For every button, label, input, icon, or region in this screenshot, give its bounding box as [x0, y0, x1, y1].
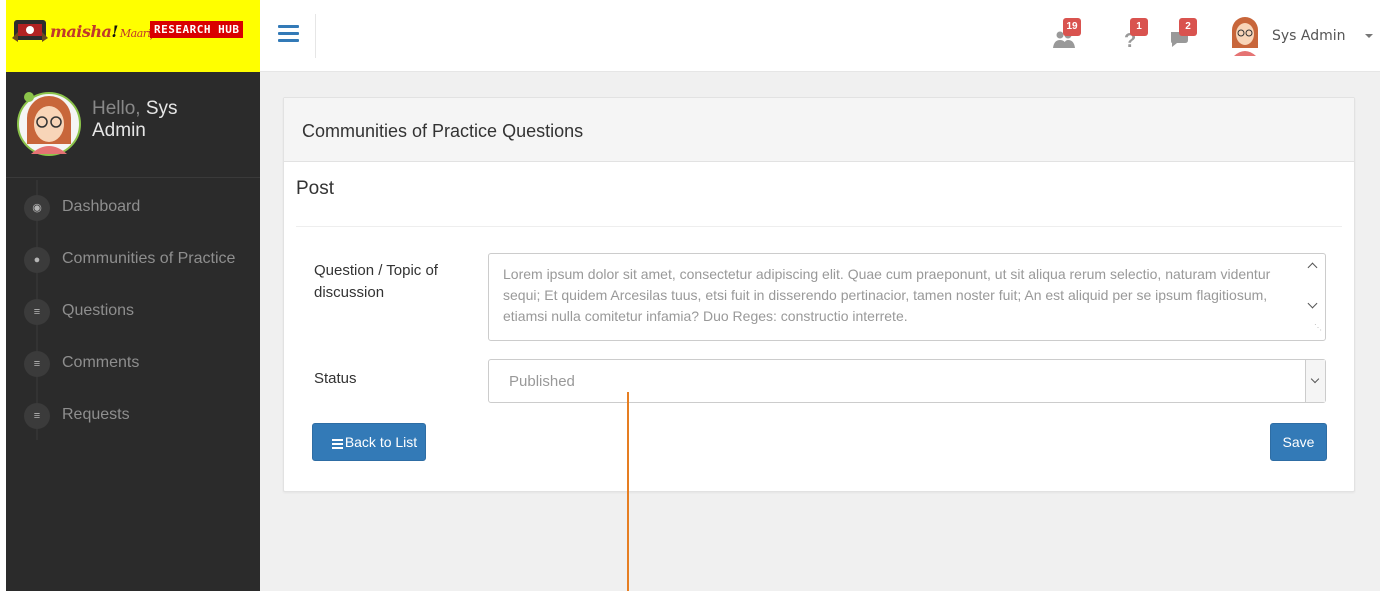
- list-icon: ≡: [24, 403, 50, 429]
- research-hub-badge: RESEARCH HUB: [150, 21, 244, 38]
- sidebar-profile: Hello, Sys Admin: [6, 72, 260, 178]
- chevron-down-icon: [1305, 360, 1325, 402]
- dashboard-icon: ◉: [24, 195, 50, 221]
- status-select[interactable]: Published: [488, 359, 1326, 403]
- scroll-up-icon: [1307, 262, 1318, 273]
- comments-count-badge: 2: [1179, 18, 1197, 36]
- question-text: Lorem ipsum dolor sit amet, consectetur …: [503, 266, 1271, 324]
- questions-count-badge: 1: [1130, 18, 1148, 36]
- sidebar-toggle-button[interactable]: [268, 14, 316, 58]
- users-count-badge: 19: [1063, 18, 1081, 36]
- online-status-dot: [24, 92, 34, 102]
- sidebar-item-dashboard[interactable]: ◉ Dashboard: [6, 180, 260, 232]
- back-to-list-button[interactable]: Back to List: [312, 423, 426, 461]
- list-icon: [331, 439, 343, 449]
- scroll-down-icon: [1307, 298, 1318, 309]
- save-button[interactable]: Save: [1270, 423, 1327, 461]
- group-icon: ●: [24, 247, 50, 273]
- top-navbar: maisha! Maarifa RESEARCH HUB 19 ? 1 2 Sys…: [6, 0, 1380, 72]
- panel-heading: Communities of Practice Questions: [284, 98, 1354, 162]
- status-label: Status: [314, 370, 357, 387]
- panel-title: Communities of Practice Questions: [302, 121, 584, 141]
- sidebar-nav: ◉ Dashboard ● Communities of Practice ≡ …: [6, 180, 260, 440]
- brand-wordmark: maisha! Maarifa: [50, 22, 161, 41]
- annotation-line: [627, 392, 629, 591]
- menu-bar: [278, 39, 299, 42]
- notification-users[interactable]: 19: [1049, 18, 1093, 58]
- caret-down-icon: [1365, 34, 1373, 38]
- section-divider: [296, 226, 1342, 227]
- sidebar-item-comments[interactable]: ≡ Comments: [6, 336, 260, 388]
- section-title: Post: [296, 178, 335, 199]
- sidebar: Hello, Sys Admin ◉ Dashboard ● Communiti…: [6, 72, 260, 591]
- kenya-seal-icon: [12, 20, 48, 42]
- question-label: Question / Topic of discussion: [314, 262, 438, 301]
- sidebar-item-requests[interactable]: ≡ Requests: [6, 388, 260, 440]
- main-content: Communities of Practice Questions Post Q…: [260, 72, 1380, 591]
- brand-logo[interactable]: maisha! Maarifa RESEARCH HUB: [6, 0, 260, 72]
- list-icon: ≡: [24, 351, 50, 377]
- user-avatar: [1232, 17, 1258, 56]
- notification-comments[interactable]: 2: [1165, 18, 1209, 58]
- question-textarea[interactable]: Lorem ipsum dolor sit amet, consectetur …: [488, 253, 1326, 341]
- status-selected-value: Published: [509, 373, 575, 390]
- menu-bar: [278, 25, 299, 28]
- user-name: Sys Admin: [1272, 28, 1346, 44]
- sidebar-item-questions[interactable]: ≡ Questions: [6, 284, 260, 336]
- sidebar-greeting: Hello, Sys Admin: [92, 98, 178, 141]
- resize-grip-icon[interactable]: ⋱: [1314, 317, 1322, 338]
- notification-questions[interactable]: ? 1: [1116, 18, 1160, 58]
- menu-bar: [278, 32, 299, 35]
- sidebar-item-communities[interactable]: ● Communities of Practice: [6, 232, 260, 284]
- question-panel: Communities of Practice Questions Post Q…: [283, 97, 1355, 492]
- user-menu-dropdown[interactable]: Sys Admin: [1228, 12, 1378, 60]
- list-icon: ≡: [24, 299, 50, 325]
